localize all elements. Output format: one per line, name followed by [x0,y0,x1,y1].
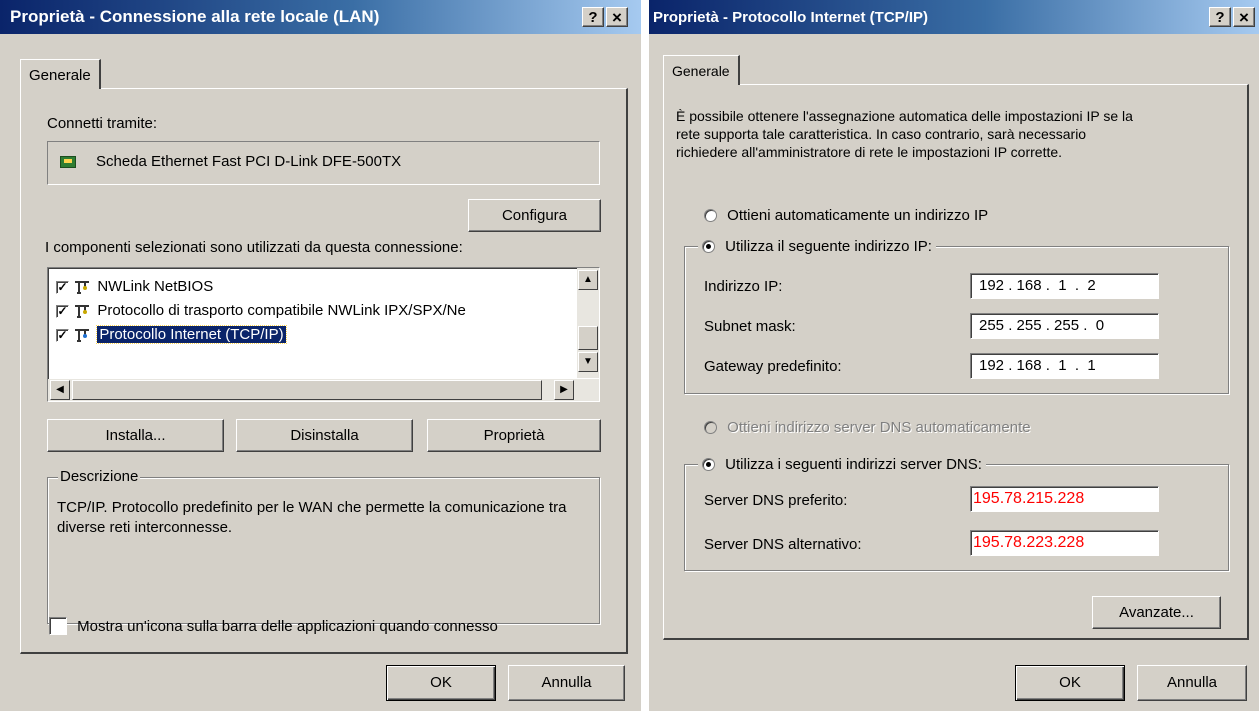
close-button[interactable]: × [1233,7,1255,27]
auto-dns-radio-row[interactable]: Ottieni indirizzo server DNS automaticam… [704,418,1031,436]
intro-line: rete supporta tale caratteristica. In ca… [676,126,1087,142]
configure-button[interactable]: Configura [468,199,601,232]
horizontal-scrollbar[interactable]: ◀ ▶ [48,379,599,401]
dns-alternate-field[interactable]: 195.78.223.228 [970,530,1159,556]
ip-address-field[interactable]: 192 . 168 . 1 . 2 [970,273,1159,299]
description-text: TCP/IP. Protocollo predefinito per le WA… [57,499,567,536]
scroll-hthumb[interactable] [72,380,542,400]
title-bar[interactable]: Proprietà - Protocollo Internet (TCP/IP)… [649,0,1259,34]
install-button[interactable]: Installa... [47,419,224,452]
tab-panel: Connetti tramite: Scheda Ethernet Fast P… [20,88,628,654]
help-button[interactable]: ? [1209,7,1231,27]
manual-dns-radio-row[interactable]: Utilizza i seguenti indirizzi server DNS… [698,455,986,473]
component-checkbox[interactable]: ✓ [56,304,69,318]
auto-ip-radio[interactable] [704,208,717,222]
auto-dns-radio[interactable] [704,420,717,434]
cancel-button[interactable]: Annulla [1137,665,1247,701]
component-checkbox[interactable]: ✓ [56,280,69,294]
manual-ip-radio-row[interactable]: Utilizza il seguente indirizzo IP: [698,237,936,255]
properties-button[interactable]: Proprietà [427,419,601,452]
lan-properties-dialog: Proprietà - Connessione alla rete locale… [0,0,641,711]
gateway-field[interactable]: 192 . 168 . 1 . 1 [970,353,1159,379]
list-item[interactable]: ✓ NWLink NetBIOS [56,276,213,298]
network-adapter-icon [60,156,76,168]
ok-button-label: OK [1059,674,1081,691]
adapter-name: Scheda Ethernet Fast PCI D-Link DFE-500T… [96,153,402,170]
auto-ip-radio-row[interactable]: Ottieni automaticamente un indirizzo IP [704,206,988,224]
close-button[interactable]: × [606,7,628,27]
scroll-down-arrow-icon[interactable]: ▼ [578,352,598,372]
scroll-right-arrow-icon[interactable]: ▶ [554,380,574,400]
tab-panel: È possibile ottenere l'assegnazione auto… [663,84,1249,640]
ok-button[interactable]: OK [386,665,496,701]
tcpip-properties-dialog: Proprietà - Protocollo Internet (TCP/IP)… [649,0,1259,711]
properties-button-label: Proprietà [483,427,545,444]
show-icon-row[interactable]: Mostra un'icona sulla barra delle applic… [49,617,498,636]
advanced-button-label: Avanzate... [1119,604,1194,621]
cancel-button-label: Annulla [1166,674,1218,691]
tab-general-label: Generale [29,67,91,84]
component-checkbox[interactable]: ✓ [56,328,69,342]
intro-line: È possibile ottenere l'assegnazione auto… [676,108,1133,124]
subnet-mask-field[interactable]: 255 . 255 . 255 . 0 [970,313,1159,339]
show-icon-checkbox[interactable] [49,617,67,636]
dns-alternate-label: Server DNS alternativo: [704,536,862,553]
intro-text: È possibile ottenere l'assegnazione auto… [676,107,1133,161]
component-label: Protocollo di trasporto compatibile NWLi… [97,302,466,319]
subnet-mask-label: Subnet mask: [704,318,796,335]
dialog-divider [641,0,649,711]
components-list[interactable]: ✓ NWLink NetBIOS ✓ Protocollo di traspor… [47,267,600,402]
manual-dns-label: Utilizza i seguenti indirizzi server DNS… [725,455,982,473]
network-protocol-icon [75,281,90,295]
uninstall-button-label: Disinstalla [290,427,359,444]
list-item[interactable]: ✓ Protocollo di trasporto compatibile NW… [56,300,466,322]
ok-button-label: OK [430,674,452,691]
description-legend: Descrizione [58,468,141,485]
components-label: I componenti selezionati sono utilizzati… [45,239,463,256]
vertical-scrollbar[interactable]: ▲ ▼ [577,268,599,378]
tab-general-label: Generale [672,63,730,79]
intro-line: richiedere all'amministratore di rete le… [676,144,1063,160]
tab-general[interactable]: Generale [20,59,101,89]
ok-button[interactable]: OK [1015,665,1125,701]
cancel-button[interactable]: Annulla [508,665,625,701]
title-bar[interactable]: Proprietà - Connessione alla rete locale… [0,0,641,34]
connect-via-label: Connetti tramite: [47,115,158,132]
window-title: Proprietà - Connessione alla rete locale… [10,7,380,26]
scroll-up-arrow-icon[interactable]: ▲ [578,270,598,290]
advanced-button[interactable]: Avanzate... [1092,596,1221,629]
network-protocol-icon [75,305,90,319]
component-label: NWLink NetBIOS [97,278,214,295]
auto-ip-label: Ottieni automaticamente un indirizzo IP [727,206,989,224]
ip-address-label: Indirizzo IP: [704,278,783,295]
adapter-box: Scheda Ethernet Fast PCI D-Link DFE-500T… [47,141,600,185]
uninstall-button[interactable]: Disinstalla [236,419,413,452]
manual-ip-radio[interactable] [702,239,715,253]
network-protocol-icon [75,329,90,343]
dns-preferred-label: Server DNS preferito: [704,492,848,509]
help-button[interactable]: ? [582,7,604,27]
scroll-left-arrow-icon[interactable]: ◀ [50,380,70,400]
list-item[interactable]: ✓ Protocollo Internet (TCP/IP) [56,324,287,346]
manual-dns-radio[interactable] [702,457,715,471]
gateway-label: Gateway predefinito: [704,358,842,375]
window-title: Proprietà - Protocollo Internet (TCP/IP) [653,9,929,26]
manual-ip-label: Utilizza il seguente indirizzo IP: [725,237,932,255]
show-icon-label: Mostra un'icona sulla barra delle applic… [77,617,498,635]
tab-general[interactable]: Generale [663,55,740,85]
auto-dns-label: Ottieni indirizzo server DNS automaticam… [727,418,1031,436]
cancel-button-label: Annulla [541,674,592,691]
scroll-thumb[interactable] [578,326,598,350]
configure-button-label: Configura [501,207,568,224]
install-button-label: Installa... [105,427,166,444]
component-label-selected: Protocollo Internet (TCP/IP) [96,325,287,344]
dns-preferred-field[interactable]: 195.78.215.228 [970,486,1159,512]
